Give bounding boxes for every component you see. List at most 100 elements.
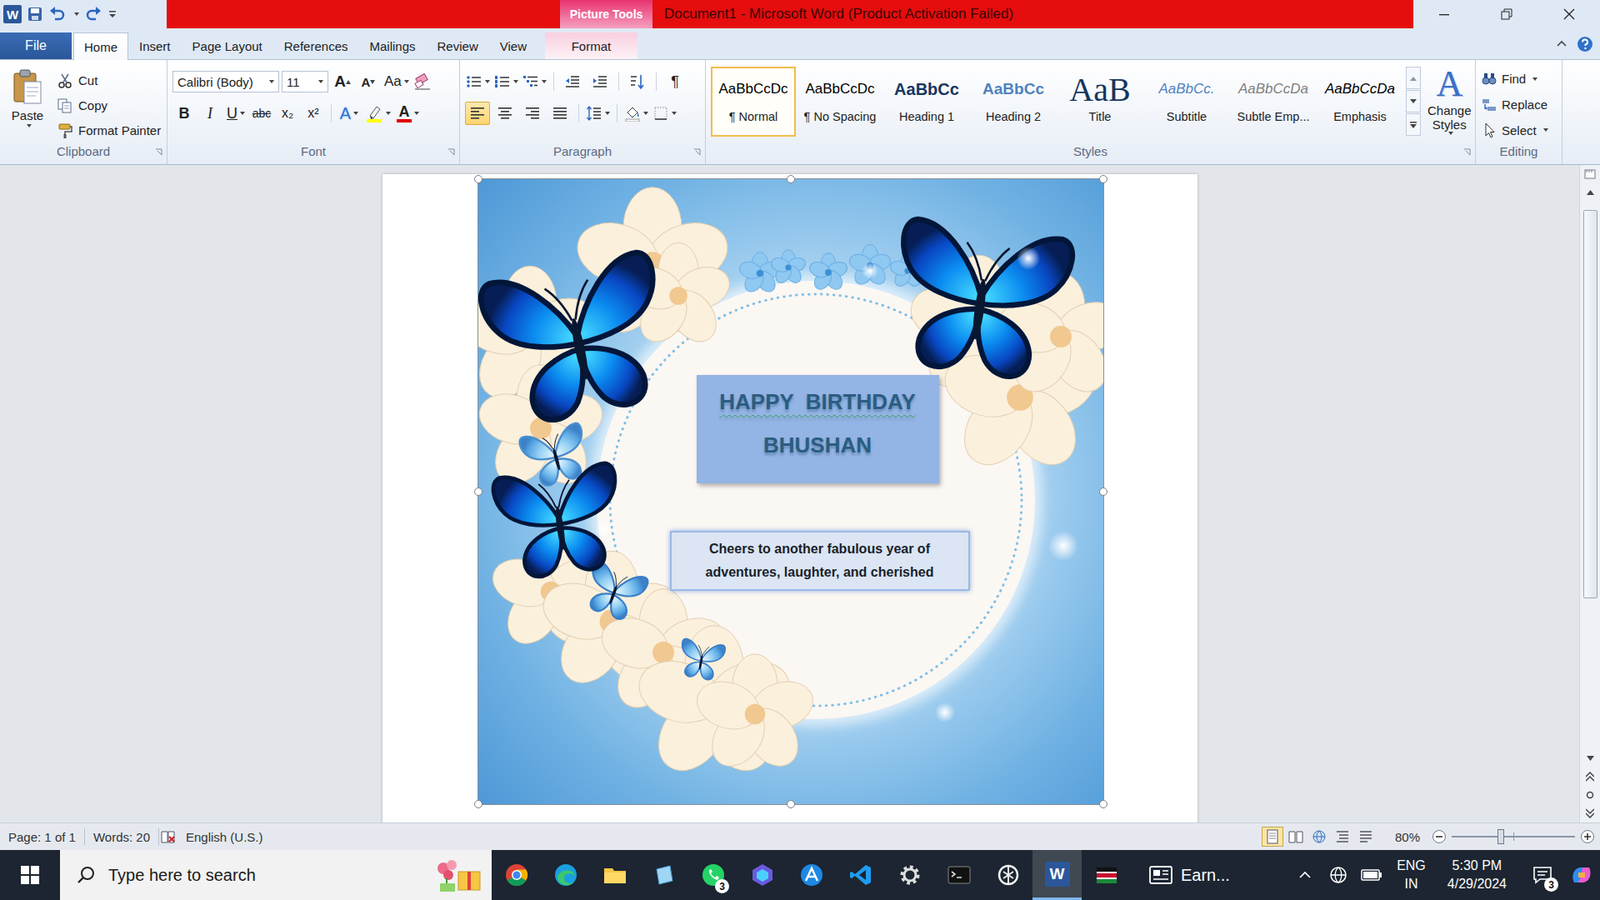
align-right-button[interactable] [520,101,545,125]
style-item[interactable]: AaBbCcDc¶ No Spacing [797,66,883,137]
shrink-font-button[interactable]: A [356,70,380,94]
message-text-box[interactable]: Cheers to another fabulous year of adven… [670,530,970,591]
taskbar-app[interactable] [885,850,935,900]
ribbon-tab[interactable]: References [273,32,360,60]
numbering-button[interactable] [493,70,520,94]
style-item[interactable]: AaBTitle [1057,66,1143,137]
outline-view-button[interactable] [1331,826,1354,847]
sub-button[interactable]: x₂ [275,101,300,125]
taskbar-app[interactable] [639,850,689,900]
underline-button[interactable]: U [224,101,248,125]
input-language[interactable]: ENGIN [1390,856,1433,894]
taskbar-app[interactable] [835,850,885,900]
reading-view-button[interactable] [1285,826,1307,847]
redo-icon[interactable] [84,5,103,23]
paste-button[interactable]: Paste [5,65,50,143]
web-view-button[interactable] [1308,826,1330,847]
notification-center[interactable]: 3 [1521,850,1564,900]
ribbon-tab[interactable]: Format [545,32,638,60]
start-button[interactable] [0,850,60,900]
style-item[interactable]: AaBbCcDaEmphasis [1317,66,1403,137]
battery-icon[interactable] [1356,850,1387,900]
title-text-box[interactable]: HAPPY BIRTHDAYBHUSHAN [696,375,940,484]
browse-object-icon[interactable] [1580,785,1600,805]
bullets-button[interactable] [465,70,491,94]
taskbar-app[interactable] [934,850,984,900]
print-view-button[interactable] [1261,826,1284,847]
font-size-combo[interactable]: 11 [281,70,329,93]
dialog-launcher-icon[interactable] [447,148,455,156]
taskbar-app[interactable] [1081,850,1131,900]
save-icon[interactable] [26,5,44,23]
news-widget[interactable]: Earn... [1149,850,1230,900]
align-center-button[interactable] [492,101,518,125]
show-marks-button[interactable]: ¶ [662,70,688,94]
text-effects-button[interactable]: A [337,101,361,125]
ribbon-tab[interactable]: Page Layout [181,32,274,60]
ribbon-tab[interactable]: View [489,32,538,60]
resize-handle[interactable] [474,487,483,496]
close-icon[interactable] [1537,0,1600,29]
highlight-button[interactable] [363,101,393,125]
multilevel-button[interactable] [521,70,548,94]
borders-button[interactable] [651,101,678,125]
copy-button[interactable]: Copy [56,93,161,118]
style-item[interactable]: AaBbCcDaSubtle Emp... [1230,66,1316,137]
restore-icon[interactable] [1475,0,1539,29]
strike-button[interactable]: abc [250,101,274,125]
clock[interactable]: 5:30 PM4/29/2024 [1435,856,1519,894]
style-item[interactable]: AaBbCc.Subtitle [1144,66,1230,137]
italic-button[interactable]: I [198,101,222,125]
line-spacing-button[interactable] [585,101,611,125]
taskbar-app[interactable] [491,850,541,900]
undo-icon[interactable] [48,5,67,23]
scroll-thumb[interactable] [1583,210,1598,599]
taskbar-app[interactable]: 3 [688,850,738,900]
taskbar-app[interactable]: W [1032,850,1082,900]
style-item[interactable]: AaBbCcDc¶ Normal [710,66,796,137]
gallery-up-icon[interactable] [1405,66,1421,90]
dialog-launcher-icon[interactable] [1463,148,1471,156]
scroll-up-icon[interactable] [1580,183,1600,202]
decrease-indent-button[interactable] [560,70,585,94]
taskbar-app[interactable] [983,850,1033,900]
customize-icon[interactable] [107,5,118,23]
taskbar-app[interactable] [590,850,640,900]
language[interactable]: English (U.S.) [177,830,272,845]
taskbar-app[interactable] [786,850,836,900]
resize-handle[interactable] [786,175,795,184]
ribbon-tab[interactable]: Insert [128,32,182,60]
resize-handle[interactable] [1099,175,1108,184]
replace-button[interactable]: Replace [1480,92,1549,118]
birthday-picture[interactable]: HAPPY BIRTHDAYBHUSHAN Cheers to another f… [478,179,1104,805]
taskbar-app[interactable] [540,850,590,900]
resize-handle[interactable] [1099,800,1108,809]
help-icon[interactable] [1576,35,1594,53]
ribbon-tab[interactable]: Home [73,32,129,60]
minimize-icon[interactable] [1413,0,1476,29]
ribbon-tab[interactable]: Mailings [359,32,427,60]
select-button[interactable]: Select [1480,117,1549,143]
style-item[interactable]: AaBbCcHeading 2 [970,66,1056,137]
file-tab[interactable]: File [0,32,72,60]
zoom-in-icon[interactable] [1580,829,1595,845]
proofing-icon[interactable] [159,828,178,845]
zoom-level[interactable]: 80% [1376,830,1432,845]
style-item[interactable]: AaBbCcHeading 1 [884,66,970,137]
clear-formatting-icon[interactable] [413,72,434,91]
page-count[interactable]: Page: 1 of 1 [0,830,85,845]
next-page-icon[interactable] [1580,804,1600,823]
zoom-thumb[interactable] [1497,829,1505,845]
sort-button[interactable] [625,70,650,94]
font-color-button[interactable]: A [395,101,421,125]
minimize-ribbon-icon[interactable] [1555,37,1569,51]
globe-icon[interactable] [1323,850,1354,900]
ruler-icon[interactable] [1580,165,1600,184]
gallery-more-icon[interactable] [1405,113,1421,136]
resize-handle[interactable] [474,175,483,184]
shading-button[interactable] [623,101,650,125]
change-styles-button[interactable]: AChange Styles [1427,65,1472,143]
font-name-combo[interactable]: Calibri (Body) [172,70,280,93]
change-case-button[interactable]: Aa [382,70,411,94]
previous-page-icon[interactable] [1580,767,1600,786]
